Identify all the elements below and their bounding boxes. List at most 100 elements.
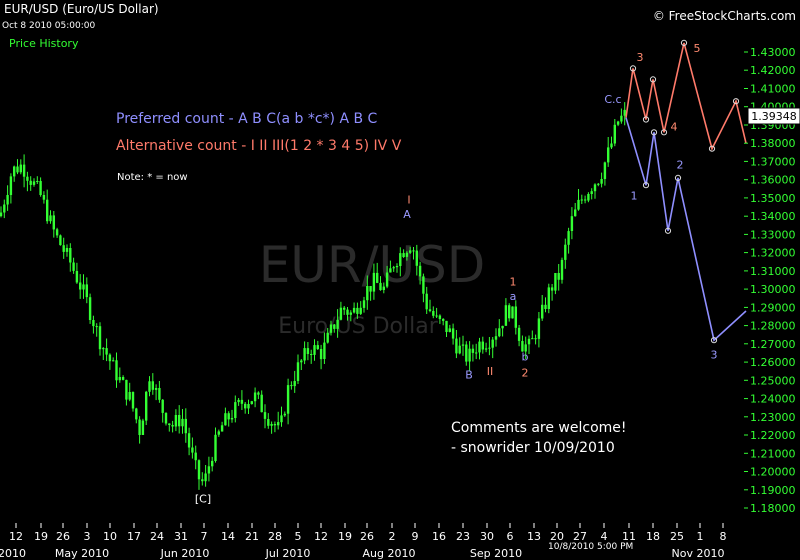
candle-body [428,309,432,311]
candle-body [263,412,267,419]
candle-body [59,235,62,246]
chart-title: EUR/USD (Euro/US Dollar) [4,2,159,16]
candle-body [79,282,82,290]
watermark-name: Euro/US Dollar [278,314,438,339]
candle-body [197,460,201,480]
candle-body [131,392,135,409]
y-tick-label: 1.22000 [750,429,796,442]
candle-body [148,381,151,392]
site-credit[interactable]: © FreeStockCharts.com [653,9,796,23]
x-day-label: 28 [268,530,282,543]
y-tick-label: 1.31000 [750,265,796,278]
candle-body [32,181,36,185]
y-tick-label: 1.37000 [750,155,796,168]
candle-body [438,315,442,319]
candle-body [52,215,55,230]
candle-body [135,408,138,420]
candle-body [425,293,428,310]
x-day-label: 26 [56,530,70,543]
candle-body [26,176,29,181]
candle-body [366,286,369,301]
candle-body [352,307,356,313]
y-tick-label: 1.36000 [750,174,796,187]
candle-body [72,262,75,271]
y-tick-label: 1.21000 [750,447,796,460]
y-tick-label: 1.19000 [750,484,796,497]
candle-body [6,195,9,205]
candle-body [49,215,52,222]
candle-body [145,391,148,421]
candle-body [257,392,260,395]
candle-body [323,342,326,359]
candle-body [283,413,286,416]
price-history-label[interactable]: Price History [9,37,79,50]
candle-body [293,381,296,387]
x-day-label: 12 [314,530,328,543]
candle-body [504,305,508,326]
candle-body [181,418,184,427]
x-day-label: 30 [480,530,494,543]
candle-body [587,194,590,201]
x-day-label: 24 [150,530,164,543]
x-day-label: 31 [174,530,188,543]
candle-body [356,307,359,314]
wave-label: b [522,350,529,363]
x-day-label: 5 [295,530,302,543]
wave-label: II [487,365,494,378]
candle-body [296,362,300,381]
candle-body [105,348,108,355]
preferred-projection-line [625,117,747,342]
wave-label: C.c [604,93,621,106]
x-day-label: 23 [456,530,470,543]
y-tick-label: 1.29000 [750,301,796,314]
candle-body [564,244,567,260]
y-tick-label: 1.32000 [750,247,796,260]
candle-body [102,348,105,350]
candle-body [85,284,88,298]
candle-body [339,307,343,320]
comment-line-1: Comments are welcome! [451,420,627,436]
candle-body [13,166,16,177]
y-tick-label: 1.33000 [750,228,796,241]
candle-body [478,341,481,353]
candle-body [214,434,217,461]
candle-body [191,447,194,453]
candle-body [501,325,504,329]
y-tick-label: 1.38000 [750,137,796,150]
y-tick-label: 1.28000 [750,320,796,333]
candle-body [554,273,557,291]
candle-body [458,345,461,354]
x-day-label: 1 [697,530,704,543]
candle-body [574,209,577,217]
candle-body [465,344,468,362]
candle-body [244,403,247,409]
candle-body [567,231,570,245]
candle-body [211,460,214,467]
alternative-count-text: Alternative count - I II III(1 2 * 3 4 5… [116,138,402,154]
x-month-label: Sep 2010 [470,547,522,560]
candle-body [207,466,211,474]
candle-body [237,399,240,403]
candle-body [313,345,316,355]
y-tick-label: 1.43000 [750,46,796,59]
candle-body [151,381,154,390]
candle-body [481,341,484,350]
candle-body [616,121,620,125]
candle-body [412,250,415,252]
candle-body [286,385,290,414]
eurusd-chart[interactable]: EUR/USD Euro/US Dollar EUR/USD (Euro/US … [0,0,800,560]
wave-label: 5 [694,42,701,55]
candle-body [178,415,181,427]
candle-body [204,473,207,482]
candle-body [277,422,280,426]
candle-body [415,250,418,266]
candle-body [36,181,39,182]
candle-body [620,115,623,122]
wave-label: [C] [195,493,211,506]
candle-body [227,413,230,420]
y-tick-label: 1.27000 [750,338,796,351]
candle-body [560,259,564,280]
candle-body [359,307,362,314]
candle-body [75,271,79,283]
watermark-symbol: EUR/USD [259,236,486,294]
